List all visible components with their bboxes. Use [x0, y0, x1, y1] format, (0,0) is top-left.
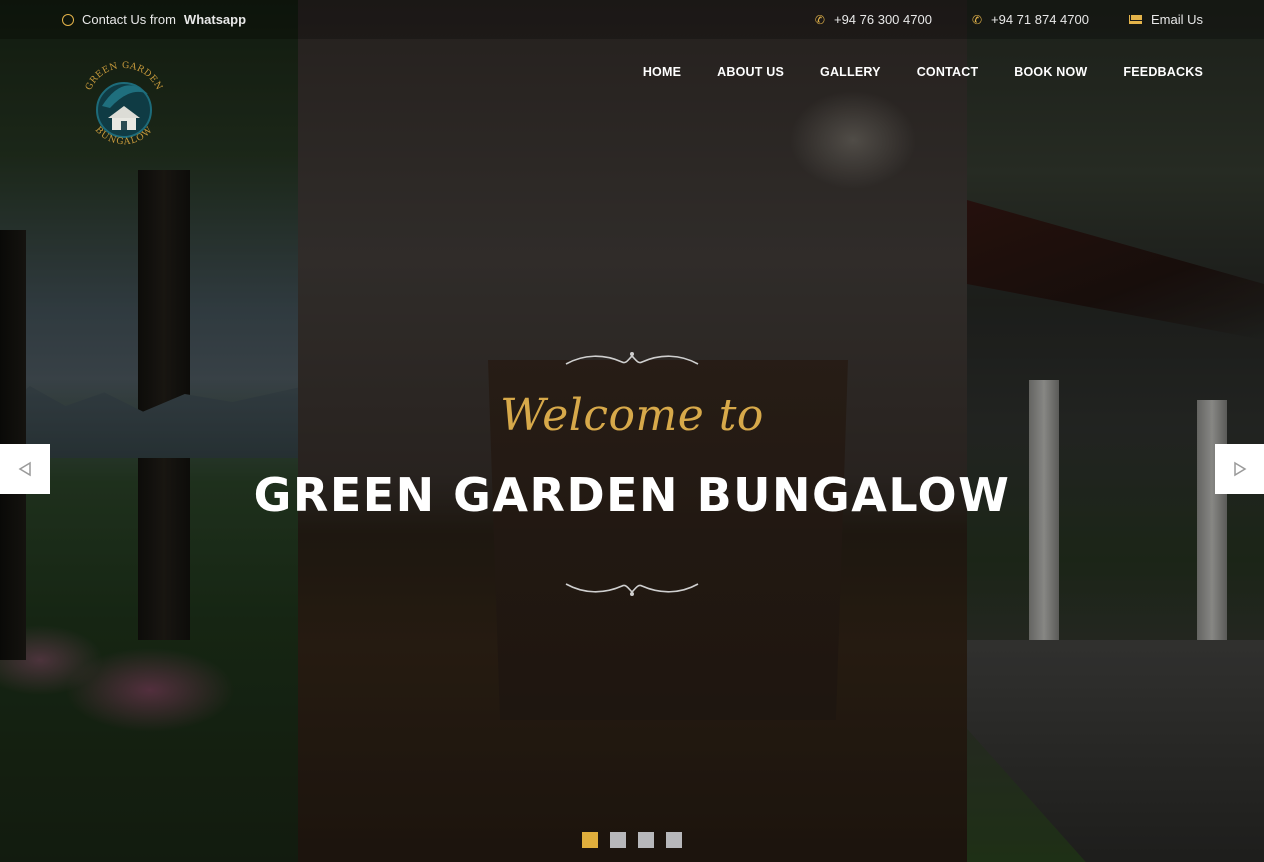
nav-gallery[interactable]: GALLERY [820, 65, 881, 79]
slider-dot-4[interactable] [666, 832, 682, 848]
phone-icon: ✆ [814, 12, 825, 27]
phone-number-2: +94 71 874 4700 [991, 12, 1089, 27]
nav-about-us[interactable]: ABOUT US [717, 65, 784, 79]
phone-number-1: +94 76 300 4700 [833, 12, 932, 27]
contact-details: ✆ +94 76 300 4700 ✆ +94 71 874 4700 Emai… [815, 12, 1203, 27]
nav-home[interactable]: HOME [643, 65, 681, 79]
site-logo[interactable]: GREEN GARDEN BUNGALOW [78, 54, 170, 164]
logo-graphic: GREEN GARDEN BUNGALOW [84, 61, 163, 148]
slider-dot-1[interactable] [582, 832, 598, 848]
ornament-divider-bottom [565, 583, 699, 596]
slider-prev-button[interactable] [0, 444, 50, 494]
email-label: Email Us [1150, 12, 1203, 27]
triangle-left-icon [18, 461, 31, 477]
nav-book-now[interactable]: BOOK NOW [1014, 65, 1087, 79]
hero-welcome-text: Welcome to [500, 390, 764, 441]
slider-pagination [582, 832, 682, 848]
slider-dot-3[interactable] [638, 832, 654, 848]
ornament-divider-top [565, 352, 699, 365]
whatsapp-brand-text: Whatsapp [183, 12, 247, 27]
top-contact-bar: Contact Us from Whatsapp ✆ +94 76 300 47… [0, 0, 1264, 39]
whatsapp-icon [62, 13, 74, 26]
slider-next-button[interactable] [1215, 444, 1264, 494]
whatsapp-prefix-text: Contact Us from [82, 12, 176, 27]
slider-dot-2[interactable] [610, 832, 626, 848]
hero-title: GREEN GARDEN BUNGALOW [253, 468, 1011, 522]
phone-link-2[interactable]: ✆ +94 71 874 4700 [972, 12, 1089, 27]
phone-icon: ✆ [971, 12, 983, 27]
nav-contact[interactable]: CONTACT [917, 65, 979, 79]
email-link[interactable]: Email Us [1128, 12, 1203, 27]
triangle-right-icon [1234, 461, 1247, 477]
nav-feedbacks[interactable]: FEEDBACKS [1123, 65, 1203, 79]
phone-link-1[interactable]: ✆ +94 76 300 4700 [815, 12, 932, 27]
main-navigation: HOME ABOUT US GALLERY CONTACT BOOK NOW F… [643, 65, 1203, 79]
whatsapp-contact-link[interactable]: Contact Us from Whatsapp [62, 12, 246, 27]
envelope-icon [1128, 15, 1142, 24]
